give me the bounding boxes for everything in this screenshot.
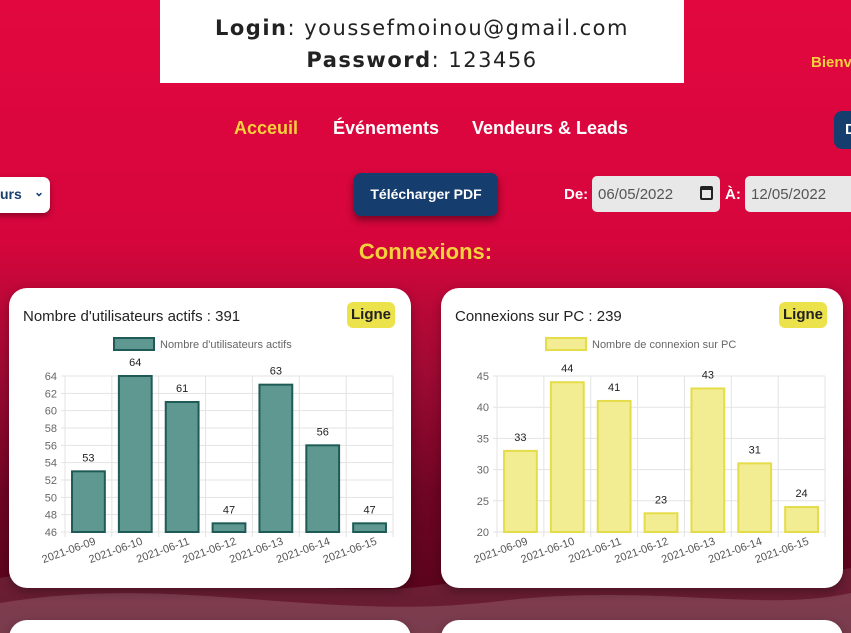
filter-select-value: urs: [0, 186, 22, 202]
calendar-icon[interactable]: [700, 186, 713, 200]
y-tick-label: 60: [45, 406, 57, 418]
legend-swatch: [545, 337, 587, 351]
bar: [784, 506, 819, 533]
section-title: Connexions:: [358, 239, 493, 264]
from-date-input[interactable]: 06/05/2022: [592, 176, 720, 212]
chart-pc-connections: Nombre de connexion sur PC 20 25 30 35 40 45 33…: [472, 337, 826, 567]
data-label: 63: [270, 366, 282, 378]
legend-label: Nombre de connexion sur PC: [592, 339, 736, 351]
chart-card-next-left: [9, 620, 411, 633]
bar: [596, 399, 632, 533]
data-label: 24: [795, 488, 807, 500]
chart-active-users: Nombre d'utilisateurs actifs 46 48 50 52 54 56…: [40, 337, 394, 567]
bar: [503, 449, 538, 534]
chart-card-pc-connections: Connexions sur PC : 239 Ligne Nombre de …: [441, 288, 843, 588]
data-label: 56: [317, 426, 329, 438]
data-label: 23: [655, 494, 667, 506]
bar: [164, 401, 200, 533]
to-date-value: 12/05/2022: [751, 186, 827, 203]
y-tick-label: 50: [45, 492, 57, 504]
data-label: 47: [363, 504, 375, 516]
data-label: 33: [514, 432, 526, 444]
data-label: 53: [82, 452, 94, 464]
y-tick-label: 54: [45, 458, 57, 470]
nav-item-acceuil[interactable]: Acceuil: [234, 118, 298, 139]
chart-card-next-right: [441, 620, 843, 633]
bar: [258, 383, 294, 533]
y-tick-label: 45: [477, 371, 489, 383]
y-tick-label: 52: [45, 475, 57, 487]
nav-right-button[interactable]: D: [834, 111, 851, 149]
data-label: 41: [608, 382, 620, 394]
bar: [117, 375, 153, 533]
y-tick-label: 25: [477, 496, 489, 508]
y-tick-label: 62: [45, 388, 57, 400]
bar: [71, 470, 106, 533]
login-label: Login: [214, 16, 288, 40]
x-tick-label: 2021-06-15: [754, 536, 811, 567]
y-tick-label: 56: [45, 440, 57, 452]
bar: [305, 444, 341, 533]
bar: [549, 381, 585, 533]
login-value: youssefmoinou@gmail.com: [304, 16, 629, 40]
x-tick-label: 2021-06-10: [519, 536, 576, 567]
login-line: Login: youssefmoinou@gmail.com: [214, 16, 629, 40]
data-label: 43: [702, 369, 714, 381]
bar: [737, 462, 773, 533]
bar: [352, 522, 387, 533]
to-date-input[interactable]: 12/05/2022: [745, 176, 851, 212]
password-line: Password: 123456: [306, 48, 538, 72]
filter-select[interactable]: urs ⌄: [0, 177, 50, 213]
bar: [690, 387, 726, 534]
to-label: À:: [725, 186, 741, 203]
from-label: De:: [564, 186, 589, 203]
x-tick-label: 2021-06-10: [87, 536, 144, 567]
y-tick-label: 64: [45, 371, 57, 383]
y-tick-label: 35: [477, 433, 489, 445]
x-tick-label: 2021-06-15: [322, 536, 379, 567]
bar: [211, 522, 247, 533]
bar: [643, 512, 679, 533]
y-tick-label: 58: [45, 423, 57, 435]
data-label: 47: [223, 504, 235, 516]
credentials-banner: Login: youssefmoinou@gmail.com Password:…: [160, 0, 684, 83]
chevron-down-icon: ⌄: [33, 185, 44, 199]
y-tick-label: 40: [477, 402, 489, 414]
data-label: 31: [749, 444, 761, 456]
data-label: 44: [561, 363, 573, 375]
password-value: 123456: [448, 48, 538, 72]
nav-item-vendeurs-leads[interactable]: Vendeurs & Leads: [472, 118, 628, 139]
data-label: 61: [176, 383, 188, 395]
legend-swatch: [113, 337, 155, 351]
download-pdf-button[interactable]: Télécharger PDF: [354, 173, 498, 216]
nav-item-evenements[interactable]: Événements: [333, 118, 439, 139]
chart-card-active-users: Nombre d'utilisateurs actifs : 391 Ligne…: [9, 288, 411, 588]
y-tick-label: 46: [45, 527, 57, 539]
password-label: Password: [306, 48, 432, 72]
legend-label: Nombre d'utilisateurs actifs: [160, 339, 292, 351]
data-label: 64: [129, 357, 141, 369]
welcome-text: Bienvenue: [811, 54, 851, 71]
y-tick-label: 48: [45, 510, 57, 522]
y-tick-label: 30: [477, 465, 489, 477]
y-tick-label: 20: [477, 527, 489, 539]
from-date-value: 06/05/2022: [598, 186, 674, 203]
